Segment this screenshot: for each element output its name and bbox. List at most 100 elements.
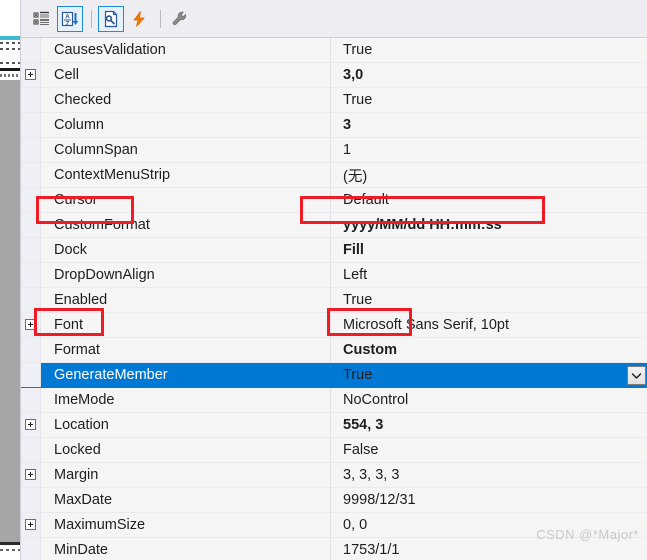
table-row[interactable]: DropDownAlign Left xyxy=(21,263,647,288)
sliver-white-gap xyxy=(0,52,20,62)
properties-window: A Z CausesValidation True Cell 3,0 Check… xyxy=(20,0,647,560)
property-value[interactable]: 3,0 xyxy=(331,63,647,87)
sliver-dashed-line-2 xyxy=(0,48,20,50)
property-name: MaxDate xyxy=(41,488,331,512)
properties-page-icon[interactable] xyxy=(98,5,124,32)
property-name: Checked xyxy=(41,88,331,112)
property-value[interactable]: True xyxy=(331,38,647,62)
property-value[interactable]: Fill xyxy=(331,238,647,262)
property-name: Font xyxy=(41,313,331,337)
row-gutter xyxy=(21,463,41,487)
row-gutter xyxy=(21,238,41,262)
expand-plus-icon[interactable] xyxy=(25,69,36,80)
adjacent-window-sliver xyxy=(0,0,20,560)
row-gutter xyxy=(21,213,41,237)
chevron-down-icon[interactable] xyxy=(627,366,646,385)
property-name: Cursor xyxy=(41,188,331,212)
property-value[interactable]: 9998/12/31 xyxy=(331,488,647,512)
sliver-bottom-white xyxy=(0,554,20,560)
events-lightning-icon[interactable] xyxy=(126,6,152,32)
table-row[interactable]: Font Microsoft Sans Serif, 10pt xyxy=(21,313,647,338)
row-gutter xyxy=(21,188,41,212)
property-name: MaximumSize xyxy=(41,513,331,537)
property-value-custom-format[interactable]: yyyy/MM/dd HH:mm:ss xyxy=(331,213,647,237)
row-gutter xyxy=(21,313,41,337)
table-row[interactable]: Enabled True xyxy=(21,288,647,313)
property-value-generate-member[interactable]: True xyxy=(331,363,647,387)
sliver-dotted-line xyxy=(0,74,20,77)
property-value[interactable]: (无) xyxy=(331,163,647,187)
expand-plus-icon[interactable] xyxy=(25,319,36,330)
categorized-icon[interactable] xyxy=(29,6,55,32)
property-name: Column xyxy=(41,113,331,137)
sliver-dark-bar xyxy=(0,68,20,71)
property-name: Locked xyxy=(41,438,331,462)
row-gutter xyxy=(21,38,41,62)
property-value[interactable]: True xyxy=(331,88,647,112)
expand-plus-icon[interactable] xyxy=(25,519,36,530)
table-row-selected[interactable]: GenerateMember True xyxy=(21,363,647,388)
table-row[interactable]: ColumnSpan 1 xyxy=(21,138,647,163)
row-gutter xyxy=(21,413,41,437)
sliver-bottom-dashed xyxy=(0,549,20,551)
svg-text:Z: Z xyxy=(66,20,70,27)
property-name: Margin xyxy=(41,463,331,487)
property-value[interactable]: NoControl xyxy=(331,388,647,412)
property-pages-wrench-icon[interactable] xyxy=(167,6,193,32)
table-row[interactable]: Column 3 xyxy=(21,113,647,138)
table-row[interactable]: Cell 3,0 xyxy=(21,63,647,88)
property-value[interactable]: 3 xyxy=(331,113,647,137)
property-value[interactable]: False xyxy=(331,438,647,462)
sliver-bottom-dark-bar xyxy=(0,542,20,545)
table-row[interactable]: Dock Fill xyxy=(21,238,647,263)
row-gutter xyxy=(21,438,41,462)
table-row[interactable]: Cursor Default xyxy=(21,188,647,213)
row-gutter xyxy=(21,138,41,162)
property-value[interactable]: 1 xyxy=(331,138,647,162)
property-name-generate-member: GenerateMember xyxy=(41,363,331,387)
row-gutter xyxy=(21,513,41,537)
row-gutter xyxy=(21,363,41,387)
table-row[interactable]: CausesValidation True xyxy=(21,38,647,63)
property-name: MinDate xyxy=(41,538,331,560)
table-row[interactable]: ImeMode NoControl xyxy=(21,388,647,413)
row-gutter xyxy=(21,488,41,512)
property-value[interactable]: 554, 3 xyxy=(331,413,647,437)
row-gutter xyxy=(21,538,41,560)
row-gutter xyxy=(21,163,41,187)
toolbar-separator-2 xyxy=(160,9,161,28)
properties-toolbar: A Z xyxy=(21,0,647,38)
toolbar-separator-1 xyxy=(91,9,92,28)
table-row[interactable]: Checked True xyxy=(21,88,647,113)
property-value[interactable]: 3, 3, 3, 3 xyxy=(331,463,647,487)
table-row[interactable]: Location 554, 3 xyxy=(21,413,647,438)
property-name: ColumnSpan xyxy=(41,138,331,162)
table-row[interactable]: Margin 3, 3, 3, 3 xyxy=(21,463,647,488)
table-row[interactable]: MaxDate 9998/12/31 xyxy=(21,488,647,513)
expand-plus-icon[interactable] xyxy=(25,469,36,480)
watermark: CSDN @*Major* xyxy=(536,527,639,542)
expand-plus-icon[interactable] xyxy=(25,419,36,430)
property-value-format[interactable]: Custom xyxy=(331,338,647,362)
property-value[interactable]: Left xyxy=(331,263,647,287)
row-gutter xyxy=(21,113,41,137)
row-gutter xyxy=(21,388,41,412)
property-value[interactable]: Default xyxy=(331,188,647,212)
table-row[interactable]: Format Custom xyxy=(21,338,647,363)
property-value[interactable]: True xyxy=(331,288,647,312)
sliver-grey-panel xyxy=(0,80,20,542)
property-grid[interactable]: CausesValidation True Cell 3,0 Checked T… xyxy=(21,38,647,560)
table-row[interactable]: Locked False xyxy=(21,438,647,463)
row-gutter xyxy=(21,288,41,312)
table-row[interactable]: ContextMenuStrip (无) xyxy=(21,163,647,188)
property-name: ContextMenuStrip xyxy=(41,163,331,187)
row-gutter xyxy=(21,63,41,87)
table-row[interactable]: CustomFormat yyyy/MM/dd HH:mm:ss xyxy=(21,213,647,238)
row-gutter xyxy=(21,263,41,287)
sliver-dashed-line-3 xyxy=(0,62,20,64)
property-value[interactable]: Microsoft Sans Serif, 10pt xyxy=(331,313,647,337)
property-name: Enabled xyxy=(41,288,331,312)
alphabetical-sort-icon[interactable]: A Z xyxy=(57,5,83,32)
sliver-white-top xyxy=(0,0,20,36)
property-name: CausesValidation xyxy=(41,38,331,62)
